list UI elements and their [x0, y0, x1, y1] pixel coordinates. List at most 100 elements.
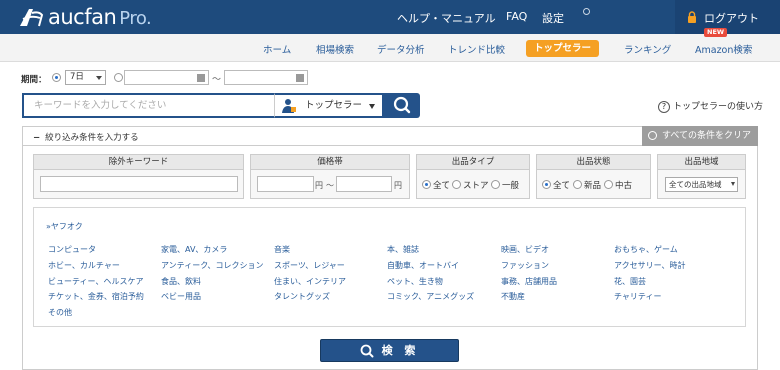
condition-field: 出品状態 — [536, 154, 651, 199]
category-link[interactable]: ペット、生き物 — [387, 276, 443, 287]
end-date-input[interactable] — [224, 70, 308, 85]
listing-type-header: 出品タイプ — [417, 155, 529, 170]
condition-used-radio[interactable] — [604, 180, 613, 189]
start-date-input[interactable] — [124, 70, 209, 85]
condition-all-label: 全て — [553, 181, 571, 191]
condition-used-label: 中古 — [615, 181, 633, 191]
chevron-down-icon — [369, 104, 375, 109]
category-link[interactable]: 本、雑誌 — [387, 244, 419, 255]
price-tilde: 〜 — [326, 181, 334, 190]
search-button[interactable] — [384, 93, 420, 118]
calendar-icon[interactable] — [296, 74, 304, 82]
category-link[interactable]: 花、園芸 — [614, 276, 646, 287]
search-icon — [393, 96, 411, 114]
category-link[interactable]: その他 — [48, 307, 72, 318]
price-max-input[interactable] — [336, 176, 392, 192]
nav-market-search[interactable]: 相場検索 — [316, 42, 354, 56]
category-link[interactable]: チケット、金券、宿泊予約 — [48, 291, 144, 302]
search-icon — [360, 344, 374, 358]
price-min-input[interactable] — [257, 176, 314, 192]
exclude-keyword-header: 除外キーワード — [34, 155, 243, 170]
nav-top-seller[interactable]: トップセラー — [526, 40, 599, 57]
listing-type-store-label: ストア — [463, 181, 489, 191]
lock-icon — [688, 11, 696, 23]
logo-text: aucfan — [48, 5, 117, 29]
faq-link[interactable]: FAQ — [506, 10, 527, 23]
search-mode-label: トップセラー — [305, 100, 363, 111]
nav-trend-compare[interactable]: トレンド比較 — [448, 42, 505, 56]
submit-search-label: 検 索 — [381, 344, 420, 357]
date-range-tilde: 〜 — [212, 75, 222, 85]
category-link[interactable]: 自動車、オートバイ — [387, 260, 459, 271]
region-header: 出品地域 — [658, 155, 745, 170]
yahoo-auction-category-link[interactable]: »ヤフオク — [46, 221, 83, 232]
period-select-value: 7日 — [70, 72, 84, 82]
listing-type-general-label: 一般 — [502, 181, 520, 191]
period-label: 期間： — [21, 75, 47, 85]
listing-type-all-label: 全て — [433, 181, 451, 191]
listing-type-general-radio[interactable] — [491, 180, 500, 189]
category-link[interactable]: スポーツ、レジャー — [274, 260, 345, 271]
price-range-header: 価格帯 — [251, 155, 409, 170]
exclude-keyword-input[interactable] — [40, 176, 238, 192]
category-link[interactable]: アクセサリー、時計 — [614, 260, 686, 271]
nav-data-analysis[interactable]: データ分析 — [377, 42, 425, 56]
logo-mark-icon — [20, 9, 44, 27]
period-preset-radio[interactable] — [52, 73, 61, 82]
settings-link[interactable]: 設定 — [542, 10, 564, 26]
clear-all-button[interactable]: すべての条件をクリア — [642, 126, 758, 146]
condition-header: 出品状態 — [537, 155, 650, 170]
keyword-input[interactable]: キーワードを入力してください — [22, 93, 274, 118]
chevron-down-icon — [96, 76, 102, 80]
category-link[interactable]: ファッション — [501, 260, 549, 271]
notification-icon[interactable] — [583, 8, 590, 15]
condition-new-radio[interactable] — [573, 180, 582, 189]
category-link[interactable]: コミック、アニメグッズ — [387, 291, 474, 302]
category-link[interactable]: 不動産 — [501, 291, 525, 302]
category-link[interactable]: 事務、店舗用品 — [501, 276, 557, 287]
condition-new-label: 新品 — [584, 181, 602, 191]
aucfan-logo[interactable]: aucfan Pro. — [18, 5, 152, 29]
calendar-icon[interactable] — [197, 74, 205, 82]
category-link[interactable]: おもちゃ、ゲーム — [614, 244, 678, 255]
category-link[interactable]: 家電、AV、カメラ — [161, 244, 227, 255]
region-select[interactable]: 全ての出品地域 — [665, 177, 738, 192]
search-mode-select[interactable]: トップセラー — [274, 93, 384, 118]
clear-all-label: すべての条件をクリア — [662, 131, 752, 141]
category-link[interactable]: ビューティー、ヘルスケア — [48, 276, 143, 287]
help-link[interactable]: ? トップセラーの使い方 — [658, 99, 763, 113]
price-max-unit: 円 — [394, 181, 402, 190]
region-select-value: 全ての出品地域 — [669, 180, 722, 189]
category-link[interactable]: アンティーク、コレクション — [161, 260, 263, 271]
chevron-down-icon — [731, 182, 735, 186]
period-custom-radio[interactable] — [114, 73, 123, 82]
question-icon: ? — [658, 100, 670, 113]
nav-amazon-search[interactable]: Amazon検索 — [695, 42, 752, 56]
seller-person-icon — [282, 99, 296, 113]
category-link[interactable]: チャリティー — [614, 291, 661, 302]
period-select[interactable]: 7日 — [65, 70, 106, 85]
nav-home[interactable]: ホーム — [263, 42, 291, 56]
collapse-icon: − — [33, 133, 41, 143]
logo-suffix: Pro. — [119, 8, 152, 29]
nav-ranking[interactable]: ランキング — [624, 42, 671, 56]
help-link-label: トップセラーの使い方 — [673, 102, 764, 112]
help-manual-link[interactable]: ヘルプ・マニュアル — [397, 10, 496, 26]
category-link[interactable]: ホビー、カルチャー — [48, 260, 120, 271]
category-link[interactable]: 音楽 — [274, 244, 290, 255]
logout-label[interactable]: ログアウト — [704, 10, 759, 26]
listing-type-field: 出品タイプ — [416, 154, 530, 199]
listing-type-store-radio[interactable] — [452, 180, 461, 189]
new-badge: NEW — [704, 28, 728, 37]
submit-search-button[interactable]: 検 索 — [320, 339, 459, 362]
filter-toggle-label: 絞り込み条件を入力する — [45, 133, 139, 143]
category-link[interactable]: ベビー用品 — [161, 291, 201, 302]
price-min-unit: 円 — [315, 181, 323, 190]
category-link[interactable]: 住まい、インテリア — [274, 276, 346, 287]
listing-type-all-radio[interactable] — [422, 180, 431, 189]
category-link[interactable]: 食品、飲料 — [161, 276, 201, 287]
category-link[interactable]: コンピュータ — [48, 244, 96, 255]
condition-all-radio[interactable] — [542, 180, 551, 189]
category-link[interactable]: 映画、ビデオ — [501, 244, 549, 255]
category-link[interactable]: タレントグッズ — [274, 291, 330, 302]
